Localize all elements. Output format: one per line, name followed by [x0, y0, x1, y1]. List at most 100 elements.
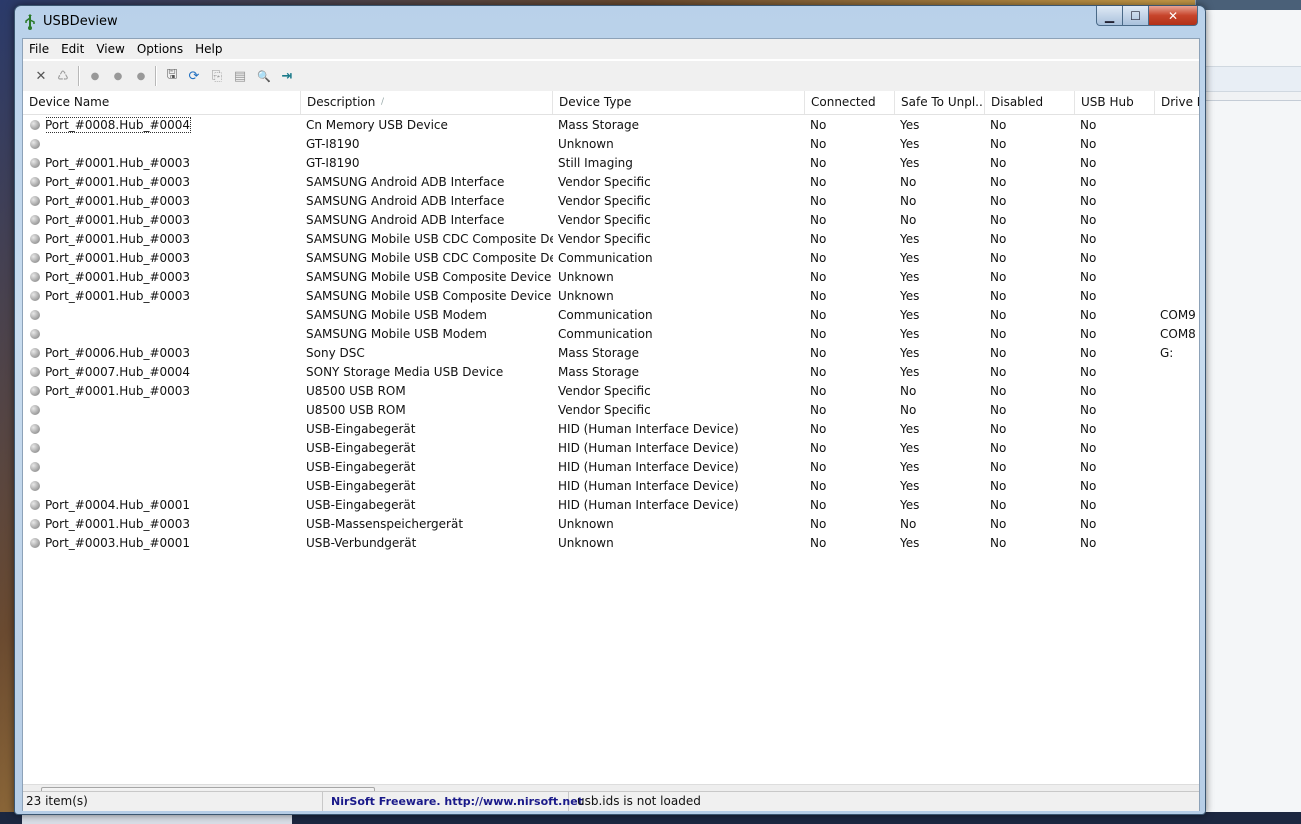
- nirsoft-link[interactable]: NirSoft Freeware. http://www.nirsoft.net: [323, 792, 583, 811]
- cell-device-type-text: Vendor Specific: [558, 403, 651, 417]
- close-button[interactable]: ✕: [1148, 6, 1198, 26]
- cell-disabled-text: No: [990, 441, 1007, 455]
- device-list[interactable]: Device Name Description / Device Type Co…: [23, 91, 1199, 784]
- background-window-header: [1196, 92, 1301, 101]
- cell-device-type-text: Vendor Specific: [558, 175, 651, 189]
- enable-icon[interactable]: ●: [109, 67, 127, 85]
- device-status-icon: [30, 519, 40, 529]
- table-row[interactable]: Port_#0001.Hub_#0003 GT-I8190 Still Imagin…: [23, 154, 1199, 173]
- save-icon[interactable]: 🖫: [163, 67, 181, 85]
- cell-device-type: Mass Storage: [558, 344, 805, 363]
- cell-device-name-text: Port_#0001.Hub_#0003: [45, 232, 191, 246]
- menu-edit[interactable]: Edit: [55, 39, 90, 59]
- device-status-icon: [30, 424, 40, 434]
- delete-icon[interactable]: ✕: [32, 67, 50, 85]
- table-row[interactable]: Port_#0001.Hub_#0003 SAMSUNG Mobile USB C…: [23, 268, 1199, 287]
- table-row[interactable]: Port_#0004.Hub_#0001 USB-Eingabegerät HID …: [23, 496, 1199, 515]
- column-connected[interactable]: Connected: [805, 91, 895, 114]
- list-header: Device Name Description / Device Type Co…: [23, 91, 1199, 115]
- cell-disabled-text: No: [990, 137, 1007, 151]
- cell-drive-letter: [1160, 268, 1199, 287]
- cell-device-type: Communication: [558, 249, 805, 268]
- device-status-icon: [30, 291, 40, 301]
- disable-icon[interactable]: ●: [132, 67, 150, 85]
- cell-usb-hub-text: No: [1080, 479, 1097, 493]
- table-row[interactable]: Port_#0008.Hub_#0004 Cn Memory USB Device…: [23, 116, 1199, 135]
- column-device-name[interactable]: Device Name: [23, 91, 301, 114]
- cell-drive-letter: [1160, 287, 1199, 306]
- cell-device-type-text: HID (Human Interface Device): [558, 498, 739, 512]
- cell-disabled: No: [990, 344, 1075, 363]
- column-usb-hub[interactable]: USB Hub: [1075, 91, 1155, 114]
- cell-safe-to-unplug-text: Yes: [900, 270, 920, 284]
- cell-usb-hub-text: No: [1080, 251, 1097, 265]
- exit-icon[interactable]: ⇥: [278, 67, 296, 85]
- column-safe-to-unplug[interactable]: Safe To Unpl...: [895, 91, 985, 114]
- cell-connected: No: [810, 173, 895, 192]
- cell-device-type: Unknown: [558, 515, 805, 534]
- cell-device-name: [45, 325, 299, 344]
- menu-view[interactable]: View: [90, 39, 130, 59]
- maximize-button[interactable]: ☐: [1122, 6, 1149, 26]
- background-window-toolbar: [1196, 66, 1301, 92]
- taskbar-item[interactable]: [22, 814, 292, 824]
- table-row[interactable]: USB-Eingabegerät HID (Human Interface Dev…: [23, 477, 1199, 496]
- column-description[interactable]: Description /: [301, 91, 553, 114]
- cell-usb-hub: No: [1080, 458, 1155, 477]
- cell-description: SAMSUNG Mobile USB CDC Composite Dev...: [306, 230, 553, 249]
- menu-file[interactable]: File: [23, 39, 55, 59]
- table-row[interactable]: Port_#0001.Hub_#0003 SAMSUNG Android ADB …: [23, 211, 1199, 230]
- table-row[interactable]: Port_#0001.Hub_#0003 SAMSUNG Mobile USB C…: [23, 287, 1199, 306]
- device-status-icon: [30, 215, 40, 225]
- cell-device-type: Communication: [558, 325, 805, 344]
- cell-disabled-text: No: [990, 118, 1007, 132]
- menu-help[interactable]: Help: [189, 39, 228, 59]
- table-row[interactable]: Port_#0001.Hub_#0003 SAMSUNG Android ADB …: [23, 173, 1199, 192]
- refresh-icon[interactable]: ⟳: [185, 67, 203, 85]
- table-row[interactable]: GT-I8190 Unknown No Yes No No: [23, 135, 1199, 154]
- table-row[interactable]: Port_#0001.Hub_#0003 USB-Massenspeicherge…: [23, 515, 1199, 534]
- cell-drive-letter: [1160, 401, 1199, 420]
- table-row[interactable]: SAMSUNG Mobile USB Modem Communication No Y…: [23, 325, 1199, 344]
- cell-description-text: SAMSUNG Mobile USB Modem: [306, 308, 487, 322]
- uninstall-icon[interactable]: ♺: [54, 67, 72, 85]
- find-icon[interactable]: 🔍: [255, 67, 273, 85]
- cell-connected-text: No: [810, 403, 827, 417]
- copy-icon[interactable]: ⎘: [208, 67, 226, 85]
- table-row[interactable]: USB-Eingabegerät HID (Human Interface Dev…: [23, 458, 1199, 477]
- cell-usb-hub: No: [1080, 287, 1155, 306]
- table-row[interactable]: Port_#0001.Hub_#0003 SAMSUNG Mobile USB C…: [23, 230, 1199, 249]
- menu-options[interactable]: Options: [131, 39, 189, 59]
- column-disabled[interactable]: Disabled: [985, 91, 1075, 114]
- cell-description-text: GT-I8190: [306, 137, 360, 151]
- table-row[interactable]: Port_#0001.Hub_#0003 U8500 USB ROM Vendor …: [23, 382, 1199, 401]
- table-row[interactable]: Port_#0006.Hub_#0003 Sony DSC Mass Storage…: [23, 344, 1199, 363]
- cell-usb-hub-text: No: [1080, 175, 1097, 189]
- table-row[interactable]: Port_#0001.Hub_#0003 SAMSUNG Android ADB …: [23, 192, 1199, 211]
- device-status-icon: [30, 310, 40, 320]
- column-drive-letter[interactable]: Drive L: [1155, 91, 1199, 114]
- table-row[interactable]: U8500 USB ROM Vendor Specific No No No No: [23, 401, 1199, 420]
- cell-connected-text: No: [810, 384, 827, 398]
- table-row[interactable]: USB-Eingabegerät HID (Human Interface Dev…: [23, 439, 1199, 458]
- cell-device-type-text: Mass Storage: [558, 118, 639, 132]
- cell-safe-to-unplug: No: [900, 173, 985, 192]
- disconnect-icon[interactable]: ●: [86, 67, 104, 85]
- properties-icon[interactable]: ▤: [231, 67, 249, 85]
- cell-device-name: [45, 420, 299, 439]
- titlebar[interactable]: USBDeview ▁ ☐ ✕: [15, 6, 1205, 36]
- minimize-button[interactable]: ▁: [1096, 6, 1123, 26]
- cell-connected-text: No: [810, 536, 827, 550]
- cell-device-name: Port_#0003.Hub_#0001: [45, 534, 299, 553]
- cell-connected-text: No: [810, 194, 827, 208]
- cell-safe-to-unplug-text: No: [900, 213, 917, 227]
- column-device-type[interactable]: Device Type: [553, 91, 805, 114]
- table-row[interactable]: Port_#0001.Hub_#0003 SAMSUNG Mobile USB C…: [23, 249, 1199, 268]
- table-row[interactable]: SAMSUNG Mobile USB Modem Communication No Y…: [23, 306, 1199, 325]
- cell-device-type-text: Still Imaging: [558, 156, 633, 170]
- table-row[interactable]: Port_#0003.Hub_#0001 USB-Verbundgerät Unkn…: [23, 534, 1199, 553]
- cell-usb-hub-text: No: [1080, 289, 1097, 303]
- table-row[interactable]: USB-Eingabegerät HID (Human Interface Dev…: [23, 420, 1199, 439]
- cell-disabled: No: [990, 249, 1075, 268]
- table-row[interactable]: Port_#0007.Hub_#0004 SONY Storage Media U…: [23, 363, 1199, 382]
